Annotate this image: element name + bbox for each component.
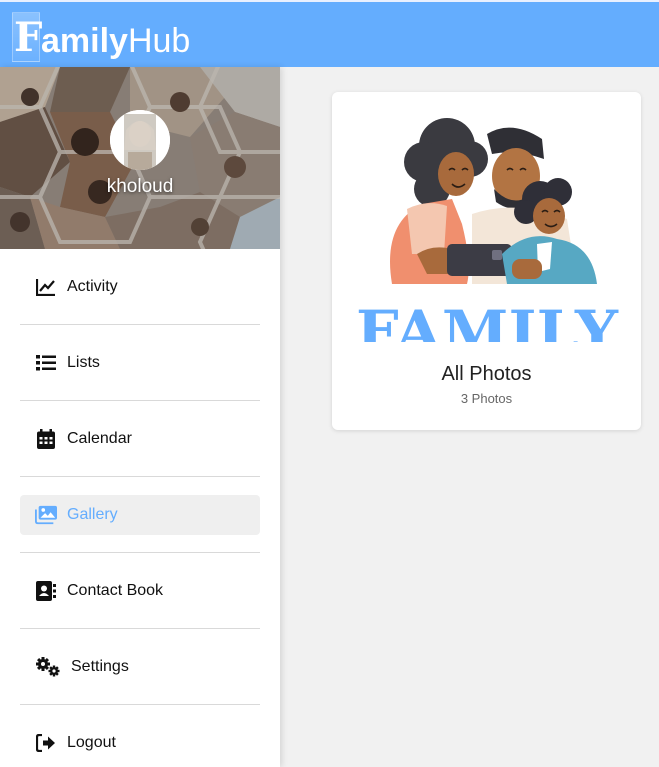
logo-letter-box: F [12, 12, 43, 62]
calendar-icon [35, 428, 57, 450]
sidebar-nav: Activity Lists Calendar Gallery Contact … [20, 249, 260, 767]
profile-cover-photo: kholoud [0, 67, 280, 249]
sidebar-item-calendar-link[interactable]: Calendar [20, 419, 260, 459]
sidebar-item-label: Logout [67, 734, 116, 751]
sidebar-item-logout-link[interactable]: Logout [20, 723, 260, 763]
gears-icon [35, 656, 61, 678]
sidebar-item-label: Calendar [67, 429, 132, 447]
sidebar: kholoud Activity Lists Calendar Gallery … [0, 67, 280, 767]
sidebar-item-label: Gallery [67, 505, 118, 523]
logout-icon [35, 732, 57, 754]
sidebar-item-activity-link[interactable]: Activity [20, 267, 260, 307]
list-icon [35, 352, 57, 374]
album-photo-count: 3 Photos [460, 391, 513, 406]
album-cover-image[interactable]: FAMILY [352, 104, 622, 342]
sidebar-item-logout[interactable]: Logout [20, 705, 260, 767]
album-title: All Photos [441, 363, 532, 385]
chart-line-icon [35, 276, 57, 298]
sidebar-item-contact-book[interactable]: Contact Book [20, 553, 260, 629]
family-illustration: FAMILY [352, 104, 622, 342]
sidebar-item-lists-link[interactable]: Lists [20, 343, 260, 383]
app-header: F amily Hub [0, 0, 659, 67]
logo-bold-text: amily [41, 22, 128, 60]
user-avatar[interactable] [110, 110, 170, 170]
sidebar-item-label: Settings [71, 657, 129, 675]
logo-first-letter: F [14, 14, 43, 61]
sidebar-item-calendar[interactable]: Calendar [20, 401, 260, 477]
sidebar-item-contact-book-link[interactable]: Contact Book [20, 571, 260, 611]
images-icon [35, 504, 57, 526]
album-card-all-photos[interactable]: FAMILY All Photos 3 Photos [332, 92, 641, 430]
sidebar-item-gallery[interactable]: Gallery [20, 477, 260, 553]
sidebar-item-gallery-link[interactable]: Gallery [20, 494, 260, 535]
sidebar-item-label: Lists [67, 353, 100, 371]
sidebar-item-settings[interactable]: Settings [20, 629, 260, 705]
sidebar-item-label: Contact Book [67, 581, 164, 599]
address-book-icon [35, 580, 57, 602]
logo-suffix-text: Hub [127, 22, 191, 60]
app-logo[interactable]: F amily Hub [12, 10, 190, 62]
sidebar-item-settings-link[interactable]: Settings [20, 647, 260, 687]
family-word-text: FAMILY [356, 298, 619, 342]
sidebar-item-label: Activity [67, 277, 118, 295]
sidebar-item-activity[interactable]: Activity [20, 249, 260, 325]
avatar-photo [110, 110, 170, 170]
sidebar-item-lists[interactable]: Lists [20, 325, 260, 401]
profile-username: kholoud [106, 176, 174, 197]
